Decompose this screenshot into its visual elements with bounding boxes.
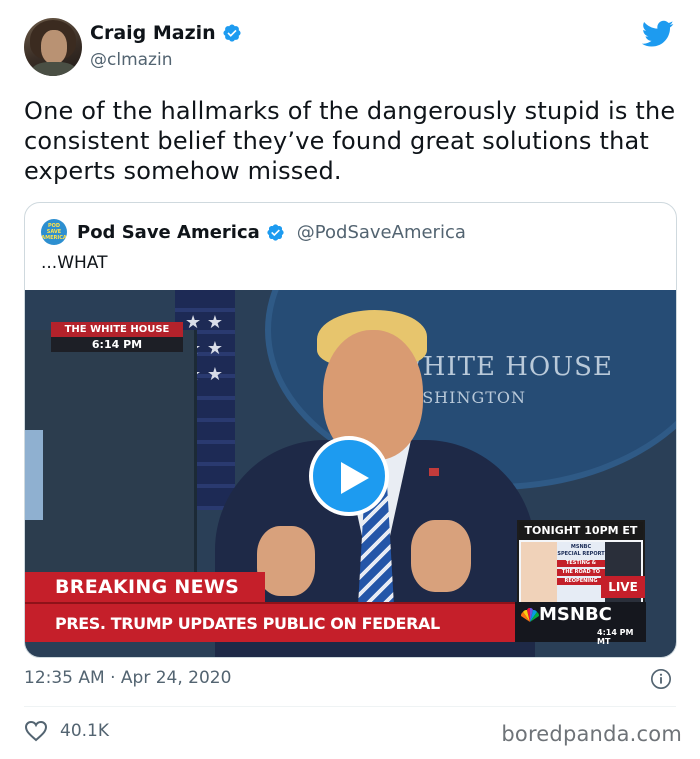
quoted-tweet[interactable]: POD SAVE AMERICA Pod Save America @PodSa… xyxy=(24,202,677,658)
author-name[interactable]: Craig Mazin xyxy=(90,22,216,44)
live-badge: LIVE xyxy=(601,576,645,598)
quoted-name[interactable]: Pod Save America xyxy=(77,222,260,243)
author-handle[interactable]: @clmazin xyxy=(90,50,172,70)
watermark: boredpanda.com xyxy=(501,722,682,746)
tweet-text: One of the hallmarks of the dangerously … xyxy=(24,97,676,185)
news-chyron: PRES. TRUMP UPDATES PUBLIC ON FEDERAL RE… xyxy=(25,602,515,657)
promo-center-text: MSNBC SPECIAL REPORT TESTING & THE ROAD … xyxy=(557,544,605,585)
verified-badge-icon xyxy=(267,223,284,241)
promo-line3: TESTING & xyxy=(557,560,605,567)
heart-icon[interactable] xyxy=(24,720,48,742)
quoted-handle[interactable]: @PodSaveAmerica xyxy=(297,222,466,243)
promo-line4: THE ROAD TO xyxy=(557,569,605,576)
verified-badge-icon xyxy=(223,24,241,42)
location-bug: THE WHITE HOUSE 6:14 PM xyxy=(51,322,183,352)
avatar-face xyxy=(41,30,67,64)
avatar-shirt xyxy=(32,62,76,76)
quoted-text: ...WHAT xyxy=(41,253,108,273)
network-bug: MSNBC 4:14 PM MT xyxy=(515,602,646,646)
speaker-right-hand xyxy=(411,520,471,592)
flag-pin xyxy=(429,468,439,476)
quoted-avatar[interactable]: POD SAVE AMERICA xyxy=(41,219,67,245)
peacock-logo-icon xyxy=(521,608,539,622)
author-name-line: Craig Mazin xyxy=(90,22,242,44)
quoted-avatar-text: POD SAVE AMERICA xyxy=(41,223,67,241)
promo-line2: SPECIAL REPORT xyxy=(557,551,605,557)
promo-line1: MSNBC xyxy=(570,544,592,550)
video-player[interactable]: WHITE HOUSE WASHINGTON ★ ★ ★ ★ ★ ★ THE W… xyxy=(25,290,676,657)
network-name: MSNBC xyxy=(539,604,612,625)
promo-title: TONIGHT 10PM ET xyxy=(519,522,643,540)
tweet-header: Craig Mazin @clmazin xyxy=(24,18,676,82)
left-panel-graphic xyxy=(25,330,197,580)
tweet-timestamp[interactable]: 12:35 AM · Apr 24, 2020 xyxy=(24,668,231,688)
location-label: THE WHITE HOUSE xyxy=(51,322,183,337)
info-icon[interactable] xyxy=(650,668,672,690)
author-avatar[interactable] xyxy=(24,18,82,76)
divider xyxy=(24,706,676,707)
monitor-graphic xyxy=(25,430,43,520)
promo-line5: REOPENING xyxy=(557,578,605,585)
location-time: 6:14 PM xyxy=(51,337,183,352)
like-action[interactable]: 40.1K xyxy=(24,720,109,742)
twitter-bird-icon[interactable] xyxy=(642,20,674,48)
play-icon xyxy=(341,462,369,494)
quoted-header: POD SAVE AMERICA Pod Save America @PodSa… xyxy=(41,219,466,245)
play-button[interactable] xyxy=(309,436,389,516)
speaker-left-hand xyxy=(257,526,315,596)
network-time: 4:14 PM MT xyxy=(597,628,634,646)
seal-text-line1: WHITE HOUSE xyxy=(395,352,613,382)
breaking-news-label: BREAKING NEWS xyxy=(25,572,265,602)
like-count: 40.1K xyxy=(60,721,109,741)
